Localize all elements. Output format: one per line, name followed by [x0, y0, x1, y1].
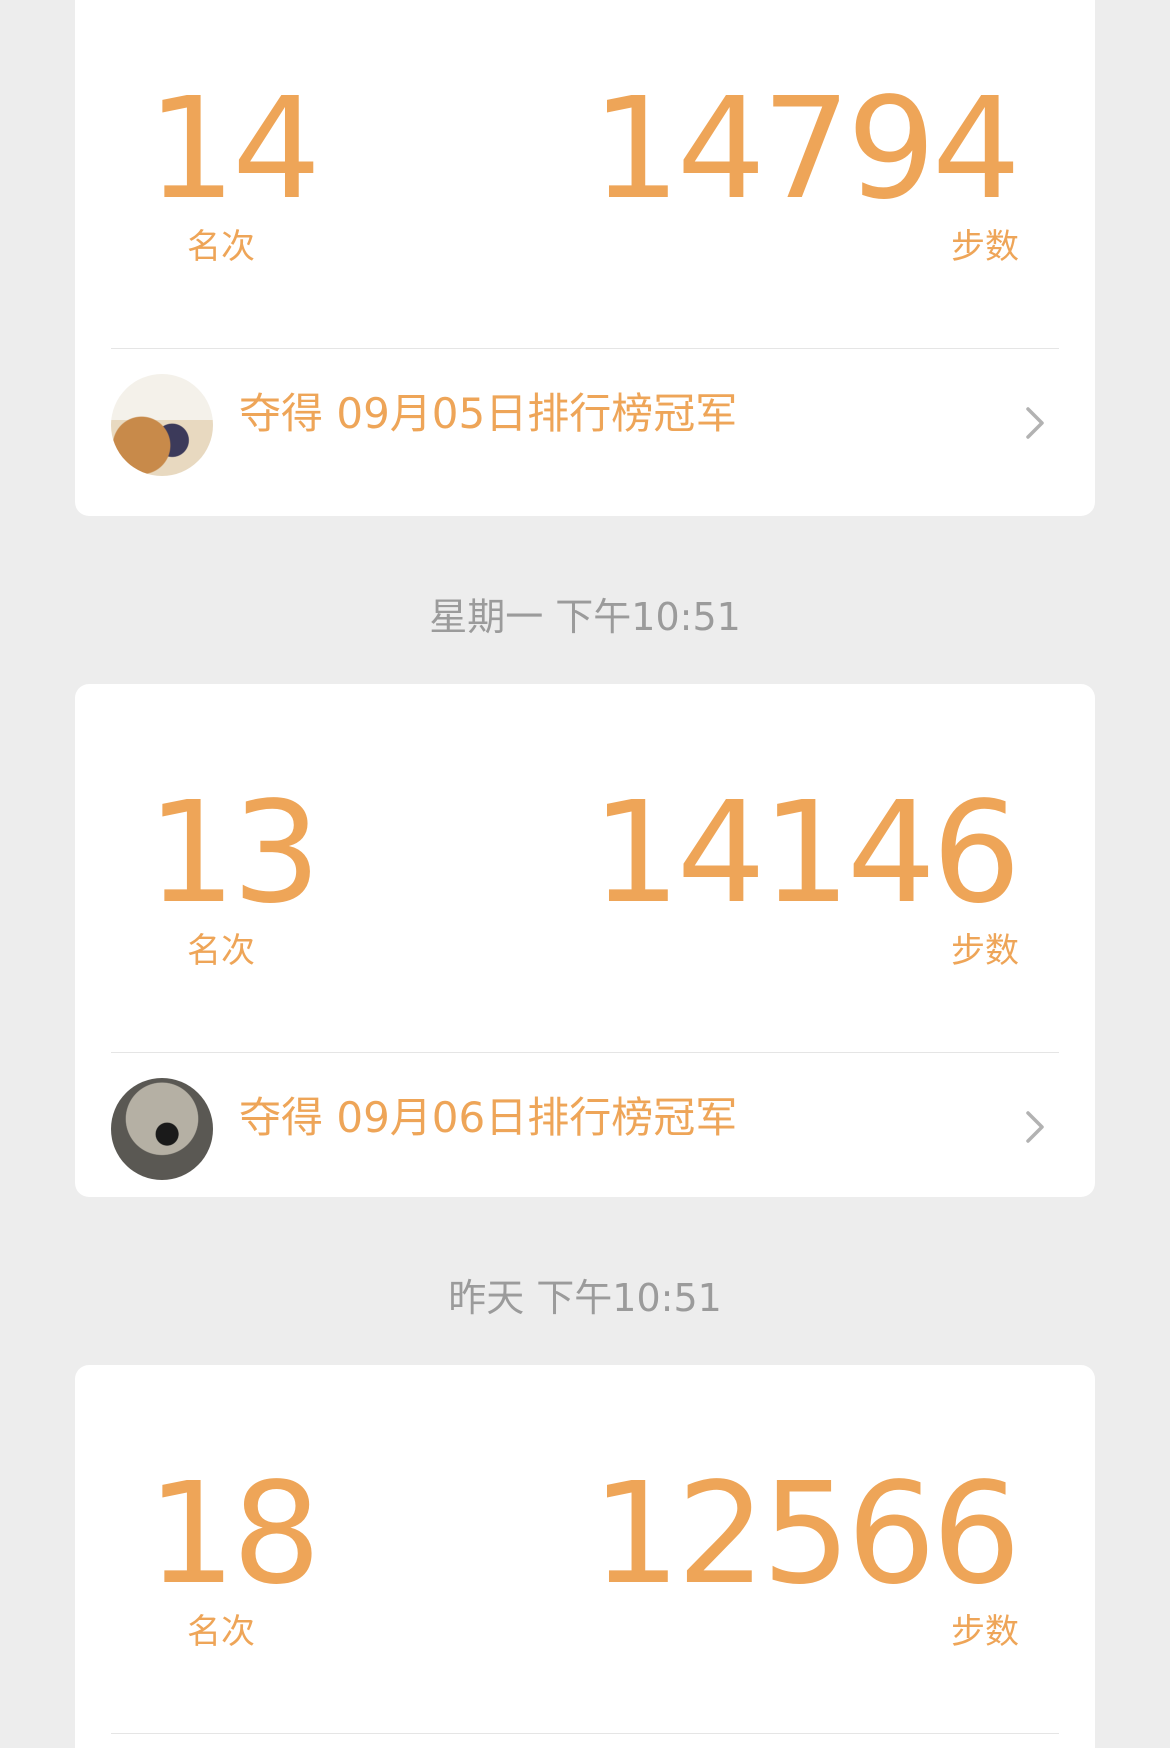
rank-card: 14 名次 14794 步数 夺得 09月05日排行榜冠军: [75, 0, 1095, 516]
rank-history-page: 14 名次 14794 步数 夺得 09月05日排行榜冠军 星期一 下午10:5…: [0, 0, 1170, 1748]
rank-number: 18: [147, 1453, 321, 1616]
steps-label: 步数: [951, 931, 1019, 971]
rank-stats: 18 名次 12566 步数: [75, 1365, 1095, 1733]
rank-label: 名次: [187, 1612, 255, 1652]
champion-avatar[interactable]: [111, 1078, 213, 1180]
steps-label: 步数: [951, 227, 1019, 267]
rank-card: 18 名次 12566 步数: [75, 1365, 1095, 1748]
steps-label: 步数: [951, 1612, 1019, 1652]
rank-stats: 13 名次 14146 步数: [75, 684, 1095, 1052]
steps-number: 14794: [591, 68, 1021, 231]
champion-row[interactable]: 夺得 09月06日排行榜冠军: [75, 1053, 1095, 1197]
steps-number: 14146: [591, 772, 1021, 935]
rank-number: 14: [147, 68, 321, 231]
champion-text: 夺得 09月05日排行榜冠军: [239, 389, 738, 438]
steps-number: 12566: [591, 1453, 1021, 1616]
champion-text: 夺得 09月06日排行榜冠军: [239, 1093, 738, 1142]
rank-number: 13: [147, 772, 321, 935]
card-divider: [111, 1733, 1059, 1734]
timestamp: 星期一 下午10:51: [429, 595, 741, 639]
rank-card: 13 名次 14146 步数 夺得 09月06日排行榜冠军: [75, 684, 1095, 1197]
rank-label: 名次: [187, 931, 255, 971]
rank-stats: 14 名次 14794 步数: [75, 0, 1095, 348]
chevron-right-icon: [1026, 407, 1044, 439]
champion-avatar[interactable]: [111, 374, 213, 476]
rank-label: 名次: [187, 227, 255, 267]
chevron-right-icon: [1026, 1111, 1044, 1143]
timestamp: 昨天 下午10:51: [448, 1276, 722, 1320]
champion-row[interactable]: 夺得 09月05日排行榜冠军: [75, 349, 1095, 495]
